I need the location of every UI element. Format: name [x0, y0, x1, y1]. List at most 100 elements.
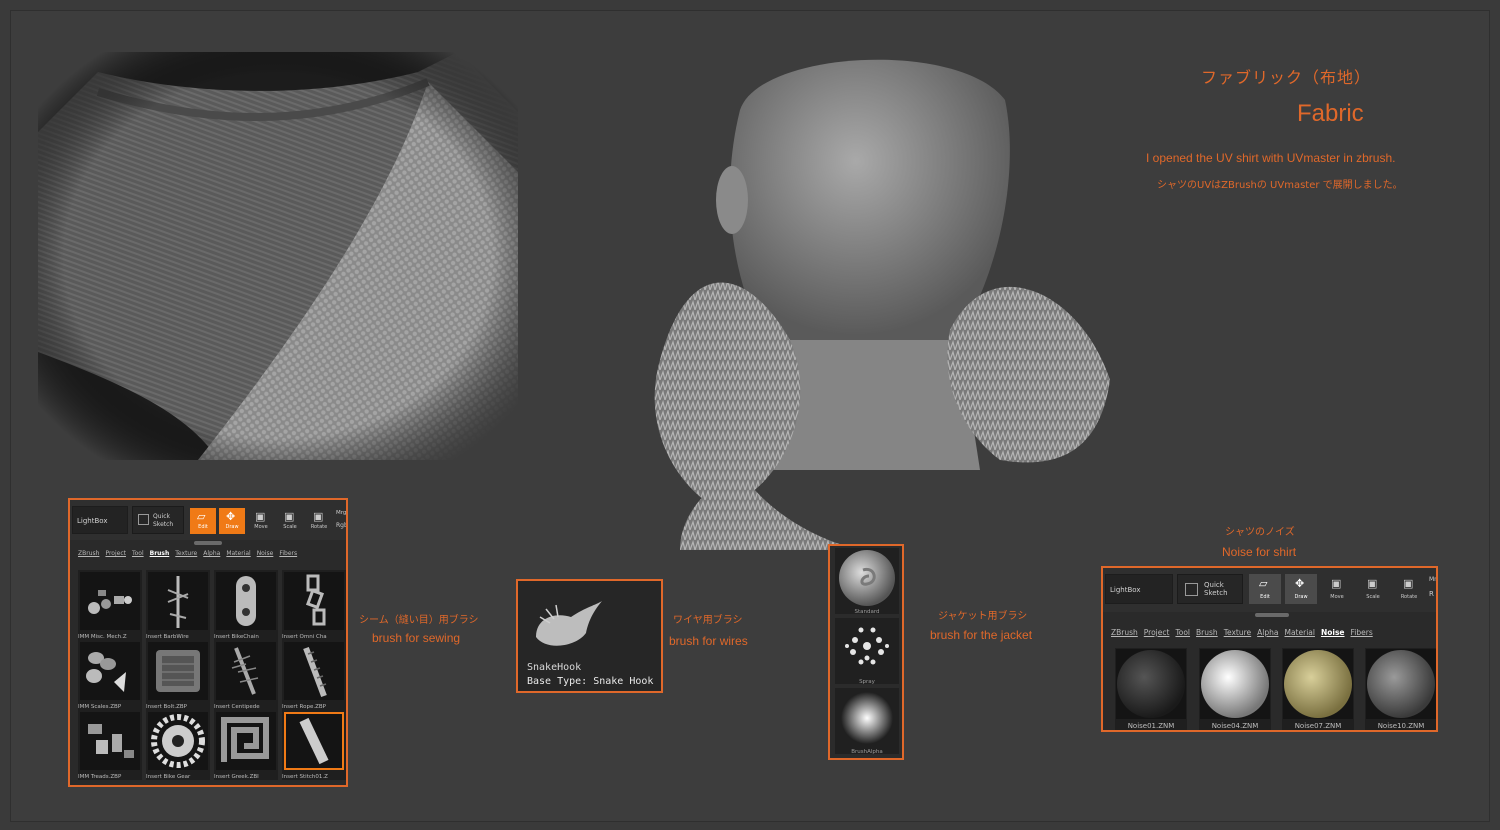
description-japanese: シャツのUVはZBrushの UVmaster で展開しました。	[1157, 180, 1403, 191]
jacket-brush-strip: Standard Spray BrushAlpha	[828, 544, 904, 760]
r-label[interactable]: R	[1429, 590, 1434, 598]
tab-noise[interactable]: Noise	[1321, 628, 1345, 637]
tab-fibers[interactable]: Fibers	[1351, 628, 1373, 637]
move-button[interactable]: ▣ Move	[1321, 574, 1353, 604]
character-bust-render	[654, 59, 1110, 550]
brush-item-selected[interactable]: Insert Stitch01.Z	[282, 710, 346, 780]
mr-label[interactable]: Mr	[1429, 576, 1436, 583]
brush-item[interactable]: IMM Misc. Mech.Z	[78, 570, 142, 640]
noise-item[interactable]: Noise10.ZNM	[1365, 648, 1436, 730]
spray-brush-icon	[845, 627, 889, 665]
scale-icon: ▣	[1367, 577, 1378, 590]
description-english: I opened the UV shirt with UVmaster in z…	[1146, 151, 1396, 165]
tab-brush[interactable]: Brush	[1196, 628, 1218, 637]
brushalpha-brush-icon	[841, 692, 893, 744]
quick-sketch-icon	[1185, 583, 1198, 596]
bolt-thumbnail	[148, 642, 208, 700]
noise01-thumbnail	[1116, 649, 1186, 719]
rotate-button[interactable]: ▣ Rotate	[1393, 574, 1425, 604]
tab-material[interactable]: Material	[226, 550, 250, 557]
spray-brush[interactable]: Spray	[835, 618, 899, 685]
quick-sketch-label: Quick Sketch	[153, 513, 174, 528]
title-japanese: ファブリック（布地）	[1201, 68, 1372, 87]
brush-item[interactable]: Insert Omni Cha	[282, 570, 346, 640]
draw-icon: ✥	[226, 510, 236, 523]
tab-zbrush[interactable]: ZBrush	[78, 550, 99, 557]
treads-thumbnail	[80, 712, 140, 770]
edit-icon: ▱	[1259, 577, 1268, 590]
rotate-icon: ▣	[1403, 577, 1414, 590]
quick-sketch-button[interactable]: Quick Sketch	[1177, 574, 1243, 604]
brush-item[interactable]: Insert Greek.ZBI	[214, 710, 278, 780]
barbwire-thumbnail	[148, 572, 208, 630]
scale-button[interactable]: ▣ Scale	[277, 508, 303, 534]
lightbox-button[interactable]: LightBox	[1105, 574, 1173, 604]
brush-item[interactable]: Insert Bike Gear	[146, 710, 210, 780]
tab-texture[interactable]: Texture	[175, 550, 197, 557]
scale-button[interactable]: ▣ Scale	[1357, 574, 1389, 604]
title-english: Fabric	[1297, 100, 1364, 127]
brush-item[interactable]: Insert Centipede	[214, 640, 278, 710]
tab-alpha[interactable]: Alpha	[1257, 628, 1278, 637]
brush-item[interactable]: Insert BikeChain	[214, 570, 278, 640]
bikechain-thumbnail	[216, 572, 276, 630]
brushalpha-brush[interactable]: BrushAlpha	[835, 688, 899, 755]
mech-parts-thumbnail	[80, 572, 140, 630]
tab-texture[interactable]: Texture	[1224, 628, 1251, 637]
tab-tool[interactable]: Tool	[1175, 628, 1190, 637]
rotate-icon: ▣	[313, 510, 324, 523]
category-tabs: ZBrush Project Tool Brush Texture Alpha Materi…	[1111, 628, 1432, 640]
mrg-label[interactable]: Mrg	[336, 510, 346, 516]
noise07-thumbnail	[1283, 649, 1353, 719]
noise-caption-en: Noise for shirt	[1222, 545, 1297, 559]
snakehook-name: SnakeHook	[527, 662, 582, 673]
tab-brush[interactable]: Brush	[150, 550, 170, 557]
lightbox-button[interactable]: LightBox	[72, 506, 128, 534]
noise-item[interactable]: Noise04.ZNM	[1199, 648, 1271, 730]
brush-item[interactable]: IMM Treads.ZBP	[78, 710, 142, 780]
rgb-label[interactable]: Rgb	[336, 522, 346, 529]
edit-button[interactable]: ▱ Edit	[190, 508, 216, 534]
tab-tool[interactable]: Tool	[132, 550, 144, 557]
tab-project[interactable]: Project	[1144, 628, 1170, 637]
edit-button[interactable]: ▱ Edit	[1249, 574, 1281, 604]
noise-item[interactable]: Noise07.ZNM	[1282, 648, 1354, 730]
move-button[interactable]: ▣ Move	[248, 508, 274, 534]
brush-item[interactable]: IMM Scales.ZBP	[78, 640, 142, 710]
scroll-handle[interactable]	[194, 541, 222, 545]
snakehook-brush-panel[interactable]: SnakeHook Base Type: Snake Hook	[516, 579, 663, 693]
edit-icon: ▱	[197, 510, 206, 523]
rotate-button[interactable]: ▣ Rotate	[306, 508, 332, 534]
tab-fibers[interactable]: Fibers	[279, 550, 297, 557]
toolbar: LightBox Quick Sketch ▱ Edit ✥ Draw ▣ Move …	[1103, 568, 1436, 612]
brush-item[interactable]: Insert Rope.ZBP	[282, 640, 346, 710]
quick-sketch-icon	[138, 514, 149, 525]
greek-thumbnail	[216, 712, 276, 770]
draw-button[interactable]: ✥ Draw	[1285, 574, 1317, 604]
scroll-handle[interactable]	[1255, 613, 1289, 617]
scales-thumbnail	[80, 642, 140, 700]
stitch-thumbnail	[284, 712, 344, 770]
noise04-thumbnail	[1200, 649, 1270, 719]
fabric-closeup-render	[38, 52, 518, 460]
tab-material[interactable]: Material	[1284, 628, 1314, 637]
tab-alpha[interactable]: Alpha	[203, 550, 220, 557]
brush-item[interactable]: Insert BarbWire	[146, 570, 210, 640]
quick-sketch-button[interactable]: Quick Sketch	[132, 506, 184, 534]
move-icon: ▣	[255, 510, 266, 523]
rope-thumbnail	[284, 642, 344, 700]
tab-project[interactable]: Project	[105, 550, 126, 557]
snakehook-brush-icon	[536, 601, 602, 646]
brush-library-panel: LightBox Quick Sketch ▱ Edit ✥ Draw ▣ Move …	[68, 498, 348, 787]
tab-noise[interactable]: Noise	[257, 550, 274, 557]
snakehook-base-type: Base Type: Snake Hook	[527, 676, 654, 687]
noise-item[interactable]: Noise01.ZNM	[1115, 648, 1187, 730]
standard-brush-icon	[839, 550, 895, 606]
tab-zbrush[interactable]: ZBrush	[1111, 628, 1138, 637]
draw-button[interactable]: ✥ Draw	[219, 508, 245, 534]
jacket-caption-jp: ジャケット用ブラシ	[938, 611, 1028, 622]
brush-item[interactable]: Insert Bolt.ZBP	[146, 640, 210, 710]
jacket-caption-en: brush for the jacket	[930, 628, 1033, 642]
standard-brush[interactable]: Standard	[835, 548, 899, 615]
sewing-caption-en: brush for sewing	[372, 631, 461, 645]
